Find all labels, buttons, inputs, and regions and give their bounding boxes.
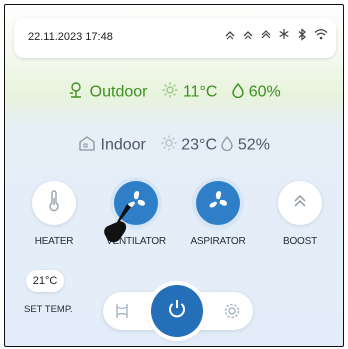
heater-button[interactable] [32, 181, 76, 225]
boost-button[interactable] [278, 181, 322, 225]
app-screen: 22.11.2023 17:48 Outdoor 11°C 60% Indoor… [4, 4, 344, 347]
boost-status-icon [260, 28, 272, 44]
fan-icon [205, 188, 231, 219]
indoor-label: Indoor [100, 136, 146, 154]
status-icons [224, 28, 328, 44]
thermometer-icon [47, 189, 61, 217]
wifi-icon [314, 28, 328, 44]
outdoor-humidity: 60% [248, 83, 281, 101]
outdoor-row: Outdoor 11°C 60% [5, 81, 343, 104]
power-icon [166, 298, 188, 325]
heater-label: HEATER [34, 236, 74, 247]
hand-pointer-icon [103, 202, 137, 249]
outdoor-temperature: 11°C [182, 83, 218, 101]
indoor-temperature: 23°C [181, 136, 217, 154]
status-bar: 22.11.2023 17:48 [14, 18, 336, 58]
snowflake-icon [278, 28, 290, 44]
outdoor-icon [67, 82, 89, 103]
humidity-drop-icon [221, 135, 237, 155]
boost-label: BOOST [282, 236, 317, 247]
indoor-row: Indoor 23°C 52% [5, 135, 343, 156]
indoor-humidity: 52% [237, 136, 270, 154]
set-temp-label: SET TEMP. [24, 304, 73, 315]
aspirator-label: ASPIRATOR [190, 236, 246, 247]
humidity-drop-icon [232, 82, 248, 102]
double-chevron-up-icon [292, 193, 308, 214]
aspirator-button[interactable] [196, 181, 240, 225]
sun-icon [161, 135, 181, 155]
datetime: 22.11.2023 17:48 [28, 31, 113, 43]
settings-gear-icon[interactable] [223, 302, 241, 325]
power-button[interactable] [151, 285, 203, 337]
sun-icon [162, 82, 182, 102]
schedule-icon[interactable] [113, 302, 131, 325]
aspirator-status-icon [242, 28, 254, 44]
set-temp-value[interactable]: 21°C [26, 270, 64, 292]
house-icon [78, 136, 100, 155]
ventilator-status-icon [224, 28, 236, 44]
outdoor-label: Outdoor [89, 83, 148, 101]
bluetooth-icon [296, 28, 308, 44]
